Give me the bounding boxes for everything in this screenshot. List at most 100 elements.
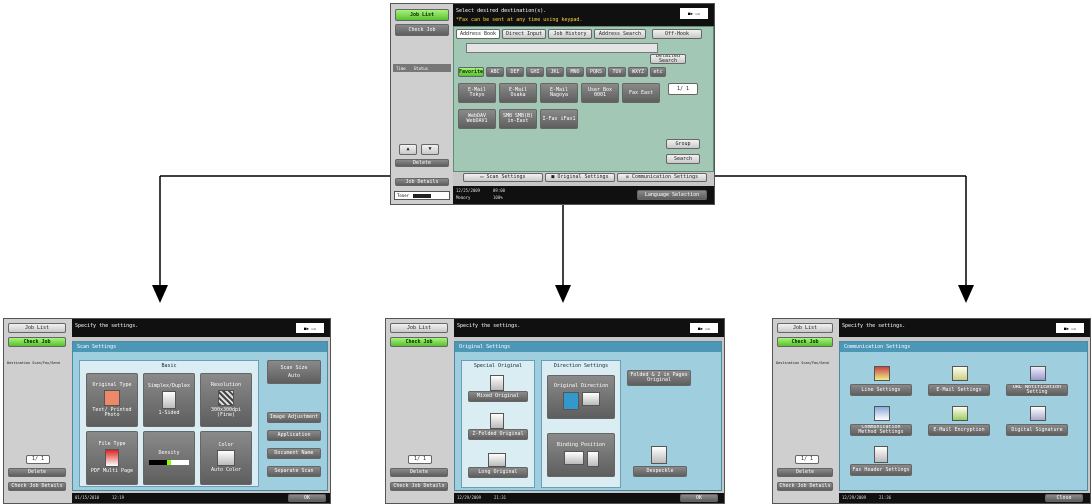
job-list-button[interactable]: Job List [390, 323, 448, 333]
email-settings-button[interactable]: E-Mail Settings [928, 384, 990, 396]
check-job-details-button[interactable]: Check Job Details [777, 482, 833, 491]
scan-size-button[interactable]: Scan Size Auto [267, 360, 321, 384]
job-list-button[interactable]: Job List [395, 9, 449, 21]
footer-memory-label: Memory [456, 195, 471, 200]
scroll-down-button[interactable]: ▼ [421, 144, 439, 155]
file-type-button[interactable]: File Type PDF Multi Page [86, 431, 138, 485]
check-job-button[interactable]: Check Job [8, 337, 66, 347]
destination-user-box[interactable]: User Box 0001 [581, 83, 619, 103]
tab-address-search[interactable]: Address Search [594, 29, 646, 39]
long-original-icon [488, 453, 506, 467]
original-type-button[interactable]: Original Type Text/ Printed Photo [86, 373, 138, 427]
mixed-original-button[interactable]: Mixed Original [468, 391, 528, 402]
scan-settings-label: Scan Settings [486, 174, 526, 180]
binding-position-icon [563, 451, 599, 467]
line-settings-button[interactable]: Line Settings [850, 384, 912, 396]
delete-button[interactable]: Delete [390, 468, 448, 477]
destination-smb[interactable]: SMB SMB(B) in-East [499, 109, 537, 129]
index-tab-tuv[interactable]: TUV [608, 67, 626, 77]
footer-date: 01/15/2010 [75, 495, 100, 500]
color-value: Auto Color [210, 467, 242, 473]
destination-tokyo[interactable]: E-Mail Tokyo [458, 83, 496, 103]
tab-job-history[interactable]: Job History [548, 29, 592, 39]
density-title: Density [158, 450, 180, 456]
email-encryption-button[interactable]: E-Mail Encryption [928, 424, 990, 436]
panel-title: Scan Settings [73, 342, 327, 352]
index-tab-def[interactable]: DEF [506, 67, 524, 77]
delete-button[interactable]: Delete [395, 159, 449, 167]
z-folded-original-icon [490, 413, 504, 429]
separate-scan-button[interactable]: Separate Scan [267, 466, 321, 477]
index-tab-jkl[interactable]: JKL [546, 67, 564, 77]
toner-level-bar [413, 193, 432, 198]
delete-button[interactable]: Delete [777, 468, 833, 477]
destination-fax-east[interactable]: Fax East [622, 83, 660, 103]
check-job-details-button[interactable]: Check Job Details [390, 482, 448, 491]
language-selection-button[interactable]: Language Selection [637, 190, 707, 200]
job-list-button[interactable]: Job List [8, 323, 66, 333]
long-original-button[interactable]: Long Original [468, 467, 528, 478]
tab-address-book[interactable]: Address Book [456, 29, 500, 39]
tab-direct-input[interactable]: Direct Input [502, 29, 546, 39]
ok-button[interactable]: OK [680, 494, 718, 502]
destination-ifax[interactable]: I-Fax iFax1 [540, 109, 578, 129]
binding-position-button[interactable]: Binding Position [547, 433, 615, 477]
despeckle-button[interactable]: Despeckle [633, 466, 687, 477]
check-job-button[interactable]: Check Job [390, 337, 448, 347]
url-notification-button[interactable]: URL Notification Setting [1006, 384, 1068, 396]
ok-button[interactable]: OK [288, 494, 326, 502]
z-folded-original-button[interactable]: Z-Folded Original [468, 429, 528, 440]
digital-signature-button[interactable]: Digital Signature [1006, 424, 1068, 436]
simplex-duplex-title: Simplex/Duplex [147, 383, 191, 389]
detailed-search-button[interactable]: Detailed Search [650, 54, 686, 64]
original-direction-button[interactable]: Original Direction [547, 375, 615, 419]
destination-osaka[interactable]: E-Mail Osaka [499, 83, 537, 103]
image-adjustment-button[interactable]: Image Adjustment [267, 412, 321, 423]
close-button[interactable]: Close [1045, 494, 1083, 502]
simplex-duplex-button[interactable]: Simplex/Duplex 1-Sided [143, 373, 195, 427]
search-button[interactable]: Search [666, 154, 700, 164]
index-tab-pqrs[interactable]: PQRS [586, 67, 606, 77]
address-panel: Address Book Direct Input Job History Ad… [453, 26, 714, 172]
application-button[interactable]: Application [267, 430, 321, 441]
scroll-up-button[interactable]: ▲ [399, 144, 417, 155]
index-tab-wxyz[interactable]: WXYZ [628, 67, 648, 77]
header-text: Specify the settings. [457, 323, 521, 329]
color-button[interactable]: Color Auto Color [200, 431, 252, 485]
direction-settings-group: Direction Settings Original Direction Bi… [541, 360, 621, 488]
resolution-button[interactable]: Resolution 300x300dpi (Fine) [200, 373, 252, 427]
message-bar: Specify the settings. ■▪ ▫▫ [72, 319, 330, 337]
communication-method-button[interactable]: Communication Method Settings [850, 424, 912, 436]
density-button[interactable]: Density [143, 431, 195, 485]
index-tab-etc[interactable]: etc [650, 67, 666, 77]
index-tab-favorite[interactable]: Favorite [458, 67, 484, 77]
destination-nagoya[interactable]: E-Mail Nagoya [540, 83, 578, 103]
header-text: Specify the settings. [75, 323, 139, 329]
color-pages-icon [217, 450, 235, 466]
index-tab-ghi[interactable]: GHI [526, 67, 544, 77]
resolution-value: 300x300dpi (Fine) [210, 406, 242, 418]
tab-off-hook[interactable]: Off-Hook [652, 29, 702, 39]
index-tab-mno[interactable]: MNO [566, 67, 584, 77]
document-name-button[interactable]: Document Name [267, 448, 321, 459]
index-tabs: Favorite ABC DEF GHI JKL MNO PQRS TUV WX… [458, 67, 666, 77]
communication-settings-tab[interactable]: ✉ Communication Settings [617, 173, 707, 182]
fax-header-settings-button[interactable]: Fax Header Settings [850, 464, 912, 476]
original-settings-tab[interactable]: ■ Original Settings [545, 173, 615, 182]
check-job-details-button[interactable]: Check Job Details [8, 482, 66, 491]
footer-time: 21:31 [494, 495, 507, 500]
check-job-button[interactable]: Check Job [777, 337, 833, 347]
message-bar: Specify the settings. ■▪ ▫▫ [454, 319, 724, 337]
destination-webdav[interactable]: WebDAV WebDAV1 [458, 109, 496, 129]
line-settings-icon [874, 366, 890, 381]
index-tab-abc[interactable]: ABC [486, 67, 504, 77]
delete-button[interactable]: Delete [8, 468, 66, 477]
folded-original-button[interactable]: Folded & 2 in Pages Original [627, 370, 691, 386]
group-button[interactable]: Group [666, 139, 700, 149]
check-job-button[interactable]: Check Job [395, 24, 449, 36]
scan-settings-tab[interactable]: ▭ Scan Settings [463, 173, 543, 182]
digital-signature-icon [1030, 406, 1046, 421]
job-list-button[interactable]: Job List [777, 323, 833, 333]
job-details-button[interactable]: Job Details [395, 178, 449, 186]
status-col-status: Status [413, 65, 429, 71]
